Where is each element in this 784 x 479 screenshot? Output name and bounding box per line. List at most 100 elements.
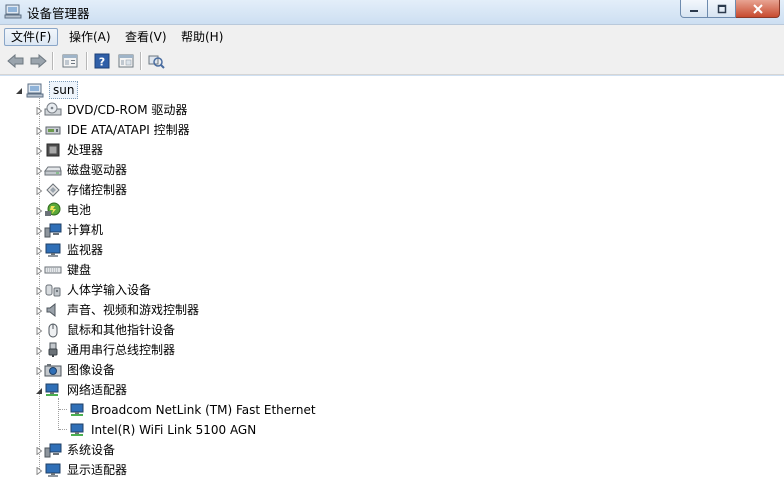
properties-button[interactable] [60, 51, 80, 71]
tree-item-label: 计算机 [67, 223, 104, 237]
tree-item-ide-controller[interactable]: IDE ATA/ATAPI 控制器 [34, 120, 190, 140]
tree-root-label: sun [49, 81, 79, 99]
tree-item-label: 鼠标和其他指针设备 [67, 323, 176, 337]
tree-item-monitor[interactable]: 监视器 [34, 240, 103, 260]
menu-help[interactable]: 帮助(H) [174, 28, 230, 46]
minimize-icon [690, 9, 698, 12]
system-device-icon [44, 442, 62, 458]
collapse-arrow-icon[interactable] [14, 86, 23, 95]
tree-item-imaging[interactable]: 图像设备 [34, 360, 115, 380]
tree-item-storage-controller[interactable]: 存储控制器 [34, 180, 127, 200]
ide-controller-icon [44, 122, 62, 138]
expand-arrow-icon[interactable] [34, 326, 43, 335]
expand-arrow-icon[interactable] [34, 266, 43, 275]
network-device-icon [68, 402, 86, 418]
properties-icon [62, 54, 78, 68]
tree-item-label: 人体学输入设备 [67, 283, 152, 297]
tree-item-label: 键盘 [67, 263, 92, 277]
tree-item-computer[interactable]: 计算机 [34, 220, 103, 240]
tree-child-intel-wifi[interactable]: Intel(R) WiFi Link 5100 AGN [68, 420, 256, 440]
minimize-button[interactable] [680, 0, 708, 18]
tree-item-processor[interactable]: 处理器 [34, 140, 103, 160]
expand-arrow-icon[interactable] [34, 286, 43, 295]
scan-hardware-icon [148, 55, 165, 69]
tree-item-keyboard[interactable]: 键盘 [34, 260, 91, 280]
expand-arrow-icon[interactable] [34, 206, 43, 215]
device-tree: sun DVD/CD-ROM 驱动器 IDE ATA/ATAPI 控制器 处理器… [0, 76, 784, 479]
monitor-icon [44, 242, 62, 258]
storage-controller-icon [44, 182, 62, 198]
tree-item-battery[interactable]: 电池 [34, 200, 91, 220]
tree-item-label: 处理器 [67, 143, 104, 157]
window-controls [680, 0, 780, 18]
tree-root[interactable]: sun [14, 80, 79, 100]
tree-line [59, 429, 67, 430]
expand-arrow-icon[interactable] [34, 246, 43, 255]
help-button[interactable]: ? [92, 51, 112, 71]
expand-arrow-icon[interactable] [34, 186, 43, 195]
tree-item-label: 声音、视频和游戏控制器 [67, 303, 200, 317]
scan-hardware-button[interactable] [146, 51, 166, 71]
view-icon [118, 54, 134, 68]
expand-arrow-icon[interactable] [34, 466, 43, 475]
tree-item-label: 显示适配器 [67, 463, 128, 477]
tree-child-label: Broadcom NetLink (TM) Fast Ethernet [91, 403, 316, 417]
forward-icon [30, 54, 47, 68]
menu-view[interactable]: 查看(V) [118, 28, 174, 46]
tree-line [58, 398, 59, 430]
expand-arrow-icon[interactable] [34, 346, 43, 355]
display-adapter-icon [44, 462, 62, 478]
expand-arrow-icon[interactable] [34, 146, 43, 155]
tree-item-label: 系统设备 [67, 443, 116, 457]
usb-icon [44, 342, 62, 358]
imaging-icon [44, 362, 62, 378]
collapse-arrow-icon[interactable] [34, 386, 43, 395]
expand-arrow-icon[interactable] [34, 306, 43, 315]
window-title: 设备管理器 [27, 6, 90, 21]
close-icon [752, 3, 763, 14]
tree-item-system-device[interactable]: 系统设备 [34, 440, 115, 460]
close-button[interactable] [736, 0, 780, 18]
tree-item-display-adapter[interactable]: 显示适配器 [34, 460, 127, 479]
tree-item-mouse[interactable]: 鼠标和其他指针设备 [34, 320, 175, 340]
keyboard-icon [44, 262, 62, 278]
expand-arrow-icon[interactable] [34, 106, 43, 115]
menu-bar: 文件(F) 操作(A) 查看(V) 帮助(H) [0, 24, 784, 47]
menu-file[interactable]: 文件(F) [4, 28, 59, 46]
maximize-button[interactable] [708, 0, 736, 18]
toolbar: ? [0, 47, 784, 75]
view-button[interactable] [116, 51, 136, 71]
expand-arrow-icon[interactable] [34, 126, 43, 135]
disk-drive-icon [44, 162, 62, 178]
sound-icon [44, 302, 62, 318]
tree-item-network-adapter[interactable]: 网络适配器 [34, 380, 127, 400]
computer-icon [44, 222, 62, 238]
menu-action[interactable]: 操作(A) [62, 28, 118, 46]
maximize-icon [717, 4, 726, 13]
tree-item-usb[interactable]: 通用串行总线控制器 [34, 340, 175, 360]
help-icon: ? [94, 53, 110, 69]
tree-item-label: 磁盘驱动器 [67, 163, 128, 177]
svg-text:?: ? [99, 56, 105, 69]
title-bar: 设备管理器 [0, 0, 784, 24]
toolbar-separator [86, 52, 87, 70]
tree-item-hid[interactable]: 人体学输入设备 [34, 280, 151, 300]
back-button[interactable] [6, 51, 26, 71]
expand-arrow-icon[interactable] [34, 166, 43, 175]
tree-item-label: 图像设备 [67, 363, 116, 377]
device-manager-icon [4, 3, 22, 19]
tree-line [59, 409, 67, 410]
expand-arrow-icon[interactable] [34, 226, 43, 235]
tree-item-dvd-cdrom[interactable]: DVD/CD-ROM 驱动器 [34, 100, 187, 120]
expand-arrow-icon[interactable] [34, 446, 43, 455]
tree-child-broadcom[interactable]: Broadcom NetLink (TM) Fast Ethernet [68, 400, 316, 420]
network-device-icon [68, 422, 86, 438]
back-icon [7, 54, 24, 68]
tree-item-label: 网络适配器 [67, 383, 128, 397]
expand-arrow-icon[interactable] [34, 366, 43, 375]
computer-root-icon [26, 82, 44, 98]
tree-item-disk-drive[interactable]: 磁盘驱动器 [34, 160, 127, 180]
tree-child-label: Intel(R) WiFi Link 5100 AGN [91, 423, 257, 437]
tree-item-sound[interactable]: 声音、视频和游戏控制器 [34, 300, 199, 320]
forward-button[interactable] [28, 51, 48, 71]
